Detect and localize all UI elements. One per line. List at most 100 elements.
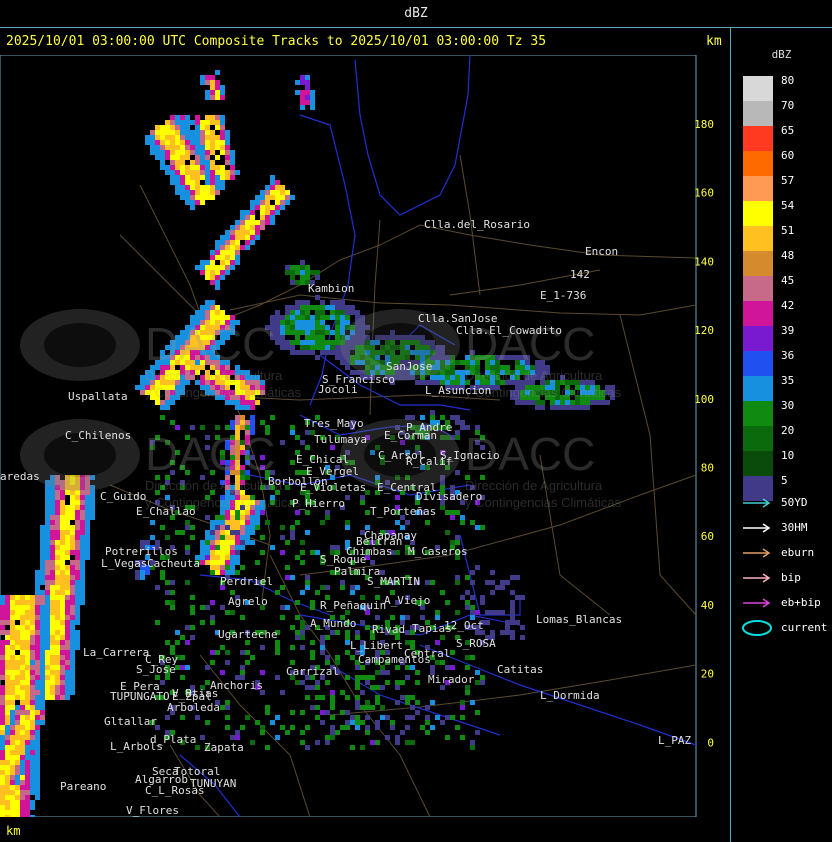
echo-pixel: [35, 785, 40, 790]
echo-pixel: [200, 195, 205, 200]
echo-pixel: [230, 565, 235, 570]
echo-pixel: [300, 635, 305, 640]
echo-pixel: [25, 600, 30, 605]
echo-pixel: [470, 745, 475, 750]
echo-pixel: [65, 685, 70, 690]
echo-pixel: [215, 145, 220, 150]
echo-pixel: [235, 170, 240, 175]
echo-pixel: [290, 460, 295, 465]
echo-pixel: [15, 605, 20, 610]
echo-pixel: [85, 495, 90, 500]
echo-pixel: [290, 320, 295, 325]
echo-pixel: [5, 805, 10, 810]
echo-pixel: [160, 165, 165, 170]
echo-pixel: [170, 590, 175, 595]
echo-pixel: [300, 630, 305, 635]
echo-pixel: [0, 670, 5, 675]
echo-pixel: [210, 305, 215, 310]
echo-pixel: [370, 675, 375, 680]
echo-pixel: [220, 165, 225, 170]
echo-pixel: [80, 520, 85, 525]
echo-pixel: [30, 600, 35, 605]
echo-pixel: [225, 130, 230, 135]
echo-pixel: [30, 805, 35, 810]
echo-pixel: [75, 525, 80, 530]
place-label-66: Arboleda: [167, 701, 220, 714]
echo-pixel: [0, 625, 5, 630]
legend-level-label: 39: [781, 324, 795, 337]
echo-pixel: [0, 665, 5, 670]
echo-pixel: [180, 140, 185, 145]
echo-pixel: [290, 280, 295, 285]
echo-pixel: [50, 620, 55, 625]
legend-swatch-80: [743, 76, 773, 101]
echo-pixel: [340, 580, 345, 585]
echo-pixel: [65, 640, 70, 645]
echo-pixel: [515, 620, 520, 625]
echo-pixel: [60, 520, 65, 525]
place-label-6: Clla.El_Cowadito: [456, 324, 562, 337]
echo-pixel: [460, 520, 465, 525]
echo-pixel: [220, 175, 225, 180]
arrow-icon: [743, 498, 771, 508]
echo-pixel: [280, 200, 285, 205]
echo-pixel: [230, 515, 235, 520]
echo-pixel: [300, 80, 305, 85]
echo-pixel: [25, 700, 30, 705]
echo-pixel: [215, 650, 220, 655]
echo-pixel: [60, 500, 65, 505]
echo-pixel: [210, 255, 215, 260]
echo-pixel: [300, 620, 305, 625]
echo-pixel: [235, 545, 240, 550]
echo-pixel: [280, 615, 285, 620]
echo-pixel: [235, 405, 240, 410]
echo-pixel: [210, 545, 215, 550]
echo-pixel: [65, 510, 70, 515]
echo-pixel: [465, 590, 470, 595]
echo-pixel: [245, 210, 250, 215]
echo-pixel: [25, 680, 30, 685]
echo-pixel: [30, 670, 35, 675]
echo-pixel: [455, 510, 460, 515]
echo-pixel: [185, 190, 190, 195]
echo-pixel: [80, 495, 85, 500]
echo-pixel: [225, 610, 230, 615]
echo-pixel: [330, 330, 335, 335]
echo-pixel: [60, 570, 65, 575]
echo-pixel: [360, 500, 365, 505]
echo-pixel: [90, 510, 95, 515]
echo-pixel: [5, 790, 10, 795]
echo-pixel: [35, 600, 40, 605]
echo-pixel: [260, 210, 265, 215]
echo-pixel: [325, 710, 330, 715]
echo-pixel: [570, 405, 575, 410]
echo-pixel: [275, 645, 280, 650]
echo-pixel: [450, 370, 455, 375]
echo-pixel: [275, 330, 280, 335]
legend-swatch-30: [743, 401, 773, 426]
echo-pixel: [190, 140, 195, 145]
echo-pixel: [240, 215, 245, 220]
echo-pixel: [310, 90, 315, 95]
place-label-12: Jocoli: [318, 383, 358, 396]
echo-pixel: [520, 635, 525, 640]
echo-pixel: [10, 680, 15, 685]
echo-pixel: [205, 160, 210, 165]
echo-pixel: [5, 635, 10, 640]
place-label-42: Agrelo: [228, 595, 268, 608]
echo-pixel: [145, 570, 150, 575]
echo-pixel: [390, 615, 395, 620]
echo-pixel: [30, 660, 35, 665]
echo-pixel: [335, 730, 340, 735]
echo-pixel: [210, 120, 215, 125]
echo-pixel: [295, 310, 300, 315]
echo-pixel: [15, 595, 20, 600]
echo-pixel: [65, 580, 70, 585]
echo-pixel: [135, 575, 140, 580]
echo-pixel: [30, 785, 35, 790]
radar-map[interactable]: DACCDirección de Agriculturay Contingenc…: [0, 55, 730, 817]
echo-pixel: [10, 815, 15, 817]
echo-pixel: [45, 550, 50, 555]
echo-pixel: [290, 270, 295, 275]
echo-pixel: [290, 265, 295, 270]
